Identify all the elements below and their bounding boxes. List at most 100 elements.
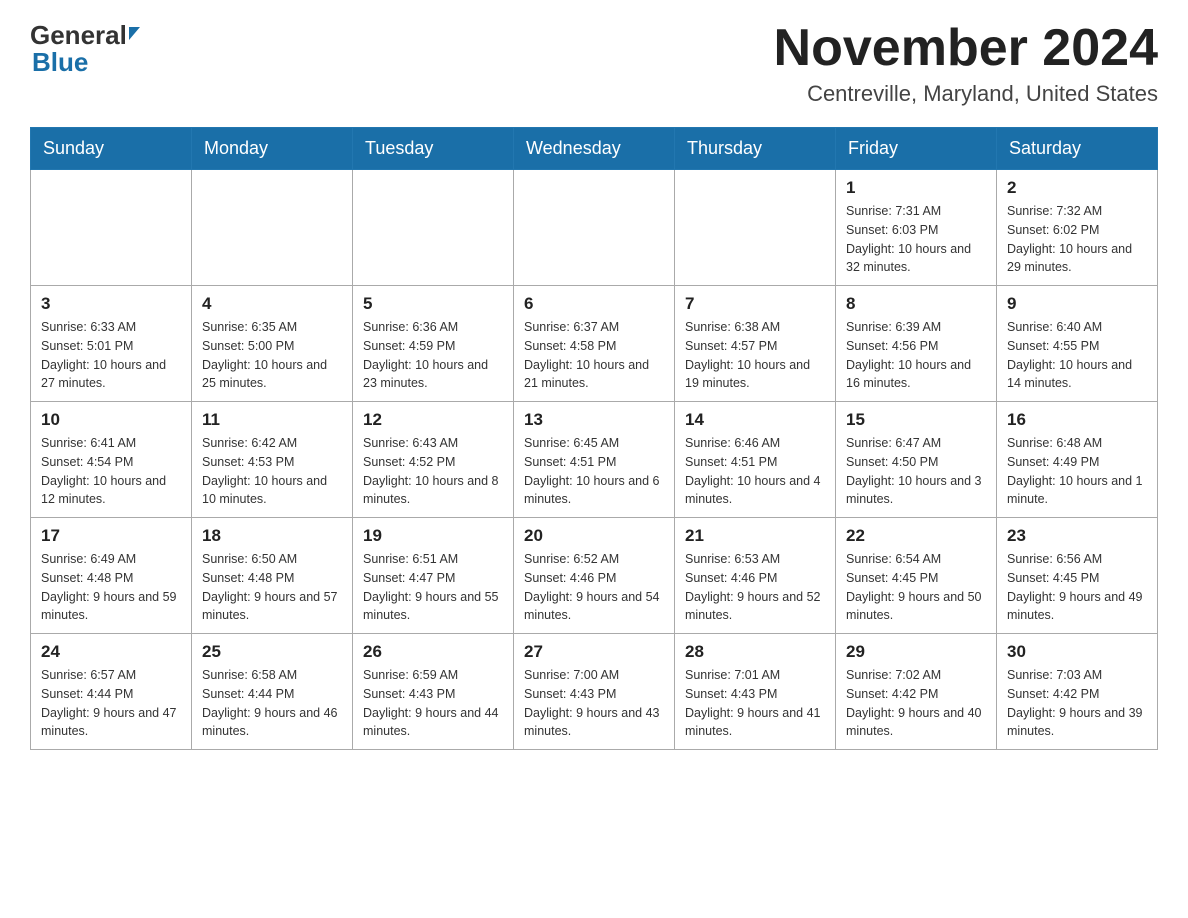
page-header: General Blue November 2024 Centreville, …: [30, 20, 1158, 107]
col-wednesday: Wednesday: [514, 128, 675, 170]
day-number: 28: [685, 642, 825, 662]
calendar-cell: 19 Sunrise: 6:51 AM Sunset: 4:47 PM Dayli…: [353, 518, 514, 634]
day-info: Sunrise: 6:38 AM Sunset: 4:57 PM Dayligh…: [685, 318, 825, 393]
day-info: Sunrise: 7:31 AM Sunset: 6:03 PM Dayligh…: [846, 202, 986, 277]
calendar-cell: 30 Sunrise: 7:03 AM Sunset: 4:42 PM Dayli…: [997, 634, 1158, 750]
calendar-cell: 26 Sunrise: 6:59 AM Sunset: 4:43 PM Dayli…: [353, 634, 514, 750]
day-number: 25: [202, 642, 342, 662]
day-number: 8: [846, 294, 986, 314]
day-info: Sunrise: 6:46 AM Sunset: 4:51 PM Dayligh…: [685, 434, 825, 509]
week-row-4: 17Sunrise: 6:49 AM Sunset: 4:48 PM Dayli…: [31, 518, 1158, 634]
calendar-cell: 17Sunrise: 6:49 AM Sunset: 4:48 PM Dayli…: [31, 518, 192, 634]
calendar-table: Sunday Monday Tuesday Wednesday Thursday…: [30, 127, 1158, 750]
day-number: 22: [846, 526, 986, 546]
day-number: 21: [685, 526, 825, 546]
calendar-cell: 14Sunrise: 6:46 AM Sunset: 4:51 PM Dayli…: [675, 402, 836, 518]
calendar-cell: 28 Sunrise: 7:01 AM Sunset: 4:43 PM Dayli…: [675, 634, 836, 750]
calendar-cell: [31, 170, 192, 286]
day-info: Sunrise: 7:00 AM Sunset: 4:43 PM Dayligh…: [524, 666, 664, 741]
day-number: 11: [202, 410, 342, 430]
day-info: Sunrise: 6:36 AM Sunset: 4:59 PM Dayligh…: [363, 318, 503, 393]
week-row-5: 24 Sunrise: 6:57 AM Sunset: 4:44 PM Dayli…: [31, 634, 1158, 750]
day-number: 3: [41, 294, 181, 314]
day-info: Sunrise: 7:02 AM Sunset: 4:42 PM Dayligh…: [846, 666, 986, 741]
calendar-cell: 23 Sunrise: 6:56 AM Sunset: 4:45 PM Dayli…: [997, 518, 1158, 634]
col-thursday: Thursday: [675, 128, 836, 170]
calendar-cell: 29 Sunrise: 7:02 AM Sunset: 4:42 PM Dayli…: [836, 634, 997, 750]
day-info: Sunrise: 6:58 AM Sunset: 4:44 PM Dayligh…: [202, 666, 342, 741]
calendar-cell: [192, 170, 353, 286]
logo-area: General Blue: [30, 20, 140, 78]
calendar-cell: 22 Sunrise: 6:54 AM Sunset: 4:45 PM Dayli…: [836, 518, 997, 634]
day-number: 20: [524, 526, 664, 546]
day-number: 7: [685, 294, 825, 314]
day-info: Sunrise: 6:37 AM Sunset: 4:58 PM Dayligh…: [524, 318, 664, 393]
calendar-cell: 6 Sunrise: 6:37 AM Sunset: 4:58 PM Daylig…: [514, 286, 675, 402]
calendar-cell: [353, 170, 514, 286]
day-number: 19: [363, 526, 503, 546]
calendar-cell: [675, 170, 836, 286]
day-number: 2: [1007, 178, 1147, 198]
day-number: 5: [363, 294, 503, 314]
calendar-cell: 12Sunrise: 6:43 AM Sunset: 4:52 PM Dayli…: [353, 402, 514, 518]
week-row-1: 1 Sunrise: 7:31 AM Sunset: 6:03 PM Daylig…: [31, 170, 1158, 286]
day-info: Sunrise: 6:51 AM Sunset: 4:47 PM Dayligh…: [363, 550, 503, 625]
day-info: Sunrise: 6:56 AM Sunset: 4:45 PM Dayligh…: [1007, 550, 1147, 625]
week-row-2: 3 Sunrise: 6:33 AM Sunset: 5:01 PM Daylig…: [31, 286, 1158, 402]
day-number: 26: [363, 642, 503, 662]
col-sunday: Sunday: [31, 128, 192, 170]
day-number: 4: [202, 294, 342, 314]
calendar-cell: 10 Sunrise: 6:41 AM Sunset: 4:54 PM Dayli…: [31, 402, 192, 518]
col-tuesday: Tuesday: [353, 128, 514, 170]
calendar-cell: 7 Sunrise: 6:38 AM Sunset: 4:57 PM Daylig…: [675, 286, 836, 402]
calendar-cell: 2Sunrise: 7:32 AM Sunset: 6:02 PM Daylig…: [997, 170, 1158, 286]
day-info: Sunrise: 6:47 AM Sunset: 4:50 PM Dayligh…: [846, 434, 986, 509]
day-number: 1: [846, 178, 986, 198]
day-number: 12: [363, 410, 503, 430]
calendar-cell: 3 Sunrise: 6:33 AM Sunset: 5:01 PM Daylig…: [31, 286, 192, 402]
calendar-cell: 11 Sunrise: 6:42 AM Sunset: 4:53 PM Dayli…: [192, 402, 353, 518]
day-info: Sunrise: 6:52 AM Sunset: 4:46 PM Dayligh…: [524, 550, 664, 625]
calendar-cell: 20 Sunrise: 6:52 AM Sunset: 4:46 PM Dayli…: [514, 518, 675, 634]
calendar-cell: 15Sunrise: 6:47 AM Sunset: 4:50 PM Dayli…: [836, 402, 997, 518]
logo-blue-text: Blue: [32, 47, 88, 78]
calendar-cell: 5 Sunrise: 6:36 AM Sunset: 4:59 PM Daylig…: [353, 286, 514, 402]
calendar-cell: 13 Sunrise: 6:45 AM Sunset: 4:51 PM Dayli…: [514, 402, 675, 518]
day-info: Sunrise: 6:41 AM Sunset: 4:54 PM Dayligh…: [41, 434, 181, 509]
calendar-cell: 25 Sunrise: 6:58 AM Sunset: 4:44 PM Dayli…: [192, 634, 353, 750]
day-info: Sunrise: 6:59 AM Sunset: 4:43 PM Dayligh…: [363, 666, 503, 741]
col-monday: Monday: [192, 128, 353, 170]
day-info: Sunrise: 6:39 AM Sunset: 4:56 PM Dayligh…: [846, 318, 986, 393]
day-info: Sunrise: 6:42 AM Sunset: 4:53 PM Dayligh…: [202, 434, 342, 509]
day-info: Sunrise: 6:45 AM Sunset: 4:51 PM Dayligh…: [524, 434, 664, 509]
day-info: Sunrise: 6:57 AM Sunset: 4:44 PM Dayligh…: [41, 666, 181, 741]
day-info: Sunrise: 6:50 AM Sunset: 4:48 PM Dayligh…: [202, 550, 342, 625]
calendar-cell: 18Sunrise: 6:50 AM Sunset: 4:48 PM Dayli…: [192, 518, 353, 634]
day-number: 23: [1007, 526, 1147, 546]
day-info: Sunrise: 6:54 AM Sunset: 4:45 PM Dayligh…: [846, 550, 986, 625]
day-info: Sunrise: 7:01 AM Sunset: 4:43 PM Dayligh…: [685, 666, 825, 741]
location-subtitle: Centreville, Maryland, United States: [774, 81, 1158, 107]
title-area: November 2024 Centreville, Maryland, Uni…: [774, 20, 1158, 107]
col-friday: Friday: [836, 128, 997, 170]
day-number: 24: [41, 642, 181, 662]
day-info: Sunrise: 7:03 AM Sunset: 4:42 PM Dayligh…: [1007, 666, 1147, 741]
day-info: Sunrise: 6:33 AM Sunset: 5:01 PM Dayligh…: [41, 318, 181, 393]
week-row-3: 10 Sunrise: 6:41 AM Sunset: 4:54 PM Dayli…: [31, 402, 1158, 518]
day-number: 10: [41, 410, 181, 430]
col-saturday: Saturday: [997, 128, 1158, 170]
day-number: 29: [846, 642, 986, 662]
month-title: November 2024: [774, 20, 1158, 77]
day-info: Sunrise: 6:48 AM Sunset: 4:49 PM Dayligh…: [1007, 434, 1147, 509]
day-info: Sunrise: 6:49 AM Sunset: 4:48 PM Dayligh…: [41, 550, 181, 625]
day-number: 13: [524, 410, 664, 430]
day-info: Sunrise: 6:40 AM Sunset: 4:55 PM Dayligh…: [1007, 318, 1147, 393]
calendar-cell: 9Sunrise: 6:40 AM Sunset: 4:55 PM Daylig…: [997, 286, 1158, 402]
calendar-cell: 27 Sunrise: 7:00 AM Sunset: 4:43 PM Dayli…: [514, 634, 675, 750]
day-info: Sunrise: 6:53 AM Sunset: 4:46 PM Dayligh…: [685, 550, 825, 625]
day-number: 6: [524, 294, 664, 314]
calendar-cell: [514, 170, 675, 286]
calendar-header-row: Sunday Monday Tuesday Wednesday Thursday…: [31, 128, 1158, 170]
day-number: 30: [1007, 642, 1147, 662]
day-number: 27: [524, 642, 664, 662]
